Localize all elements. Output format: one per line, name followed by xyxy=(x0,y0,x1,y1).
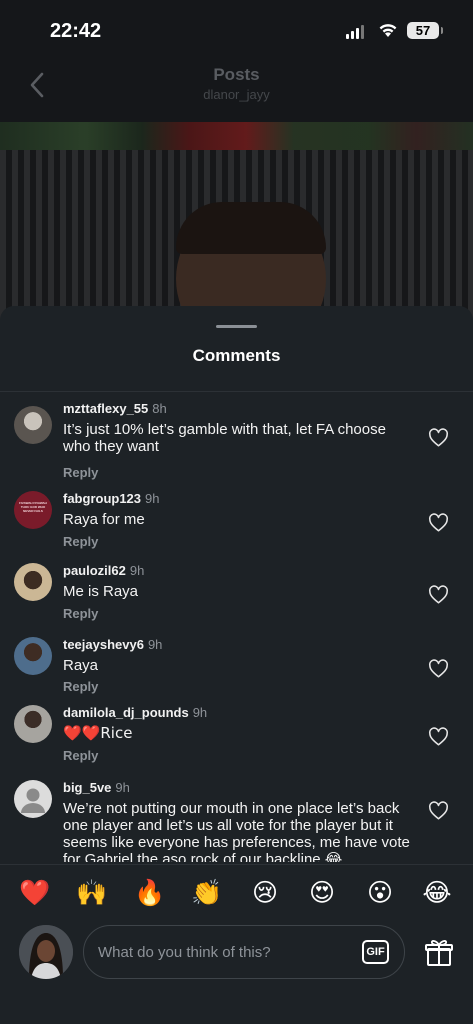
comment-username[interactable]: big_5ve xyxy=(63,780,111,795)
comment-list[interactable]: mzttaflexy_55 8h It’s just 10% let’s gamb… xyxy=(0,392,473,862)
comment-text: Me is Raya xyxy=(63,583,139,600)
reply-button[interactable]: Reply xyxy=(63,679,98,694)
comment-input-wrapper: GIF xyxy=(83,925,405,979)
reply-button[interactable]: Reply xyxy=(63,465,98,480)
reply-button[interactable]: Reply xyxy=(63,606,98,621)
reaction-fire[interactable]: 🔥 xyxy=(133,877,167,909)
avatar[interactable] xyxy=(14,705,52,743)
battery-indicator: 57 xyxy=(407,22,443,39)
reaction-raised-hands[interactable]: 🙌 xyxy=(75,877,109,909)
comment-time: 9h xyxy=(129,563,145,578)
sheet-grabber[interactable] xyxy=(216,325,257,328)
comment-time: 9h xyxy=(145,491,160,506)
status-bar: 22:42 57 xyxy=(0,0,473,58)
avatar[interactable] xyxy=(14,637,52,675)
reaction-heart[interactable]: ❤️ xyxy=(18,877,52,909)
comment-header: big_5ve 9h xyxy=(63,780,130,795)
reaction-cry[interactable]: 😢 xyxy=(248,877,282,909)
gift-icon[interactable] xyxy=(424,937,454,967)
avatar[interactable] xyxy=(14,563,52,601)
comment-text: ❤️❤️Rice xyxy=(63,724,133,742)
comment-username[interactable]: fabgroup123 xyxy=(63,491,141,506)
comment-username[interactable]: mzttaflexy_55 xyxy=(63,401,148,416)
reaction-clap[interactable]: 👏 xyxy=(190,877,224,909)
comment-header: fabgroup123 9h xyxy=(63,491,159,506)
comment-header: teejayshevy6 9h xyxy=(63,637,162,652)
gif-icon[interactable]: GIF xyxy=(362,940,389,964)
clock: 22:42 xyxy=(50,20,102,42)
reply-button[interactable]: Reply xyxy=(63,748,98,763)
page-subtitle: dlanor_jayy xyxy=(203,87,270,102)
avatar[interactable]: FIVAWAH FIVAWAH THOU GOD WHO NEVER FAILS xyxy=(14,491,52,529)
comment-time: 9h xyxy=(115,780,130,795)
default-avatar-icon xyxy=(21,788,45,813)
wifi-icon xyxy=(379,24,397,37)
comment-time: 9h xyxy=(192,705,208,720)
comment-header: damilola_dj_pounds 9h xyxy=(63,705,207,720)
reaction-heart-eyes[interactable]: 😍 xyxy=(305,877,339,909)
heart-outline-icon[interactable] xyxy=(428,585,449,604)
comment-header: mzttaflexy_55 8h xyxy=(63,401,167,416)
posts-header: Posts dlanor_jayy xyxy=(0,58,473,122)
reaction-wow[interactable]: 😮 xyxy=(363,877,397,909)
comment-username[interactable]: paulozil62 xyxy=(63,563,126,578)
heart-outline-icon[interactable] xyxy=(428,428,449,447)
comment-text: Raya xyxy=(63,657,99,674)
comment-time: 8h xyxy=(152,401,167,416)
heart-outline-icon[interactable] xyxy=(428,513,449,532)
comment-time: 9h xyxy=(147,637,163,652)
comment-text: It’s just 10% let’s gamble with that, le… xyxy=(63,421,386,455)
comment-text: Raya for me xyxy=(63,511,145,528)
heart-outline-icon[interactable] xyxy=(428,727,449,746)
comment-username[interactable]: damilola_dj_pounds xyxy=(63,705,189,720)
page-title: Posts xyxy=(213,65,260,84)
avatar[interactable] xyxy=(14,406,52,444)
comment-input[interactable] xyxy=(98,940,348,964)
comment-username[interactable]: teejayshevy6 xyxy=(63,637,144,652)
avatar-text: FIVAWAH FIVAWAH THOU GOD WHO NEVER FAILS xyxy=(19,501,47,513)
comment-text: We’re not putting our mouth in one place… xyxy=(63,800,410,862)
post-image-hair xyxy=(176,202,326,254)
reaction-row: ❤️ 🙌 🔥 👏 😢 😍 😮 😂 xyxy=(0,877,473,909)
signal-icon xyxy=(346,25,364,39)
current-user-avatar[interactable] xyxy=(19,925,73,979)
heart-outline-icon[interactable] xyxy=(428,659,449,678)
sheet-title: Comments xyxy=(192,346,281,365)
comment-composer-bar: ❤️ 🙌 🔥 👏 😢 😍 😮 😂 GIF xyxy=(0,864,473,1024)
user-photo xyxy=(19,925,73,979)
heart-outline-icon[interactable] xyxy=(428,801,449,820)
post-image xyxy=(0,122,473,322)
comment-header: paulozil62 9h xyxy=(63,563,144,578)
reaction-laugh[interactable]: 😂 xyxy=(420,877,454,909)
reply-button[interactable]: Reply xyxy=(63,534,98,549)
post-image-top-strip xyxy=(0,122,473,150)
avatar[interactable] xyxy=(14,780,52,818)
